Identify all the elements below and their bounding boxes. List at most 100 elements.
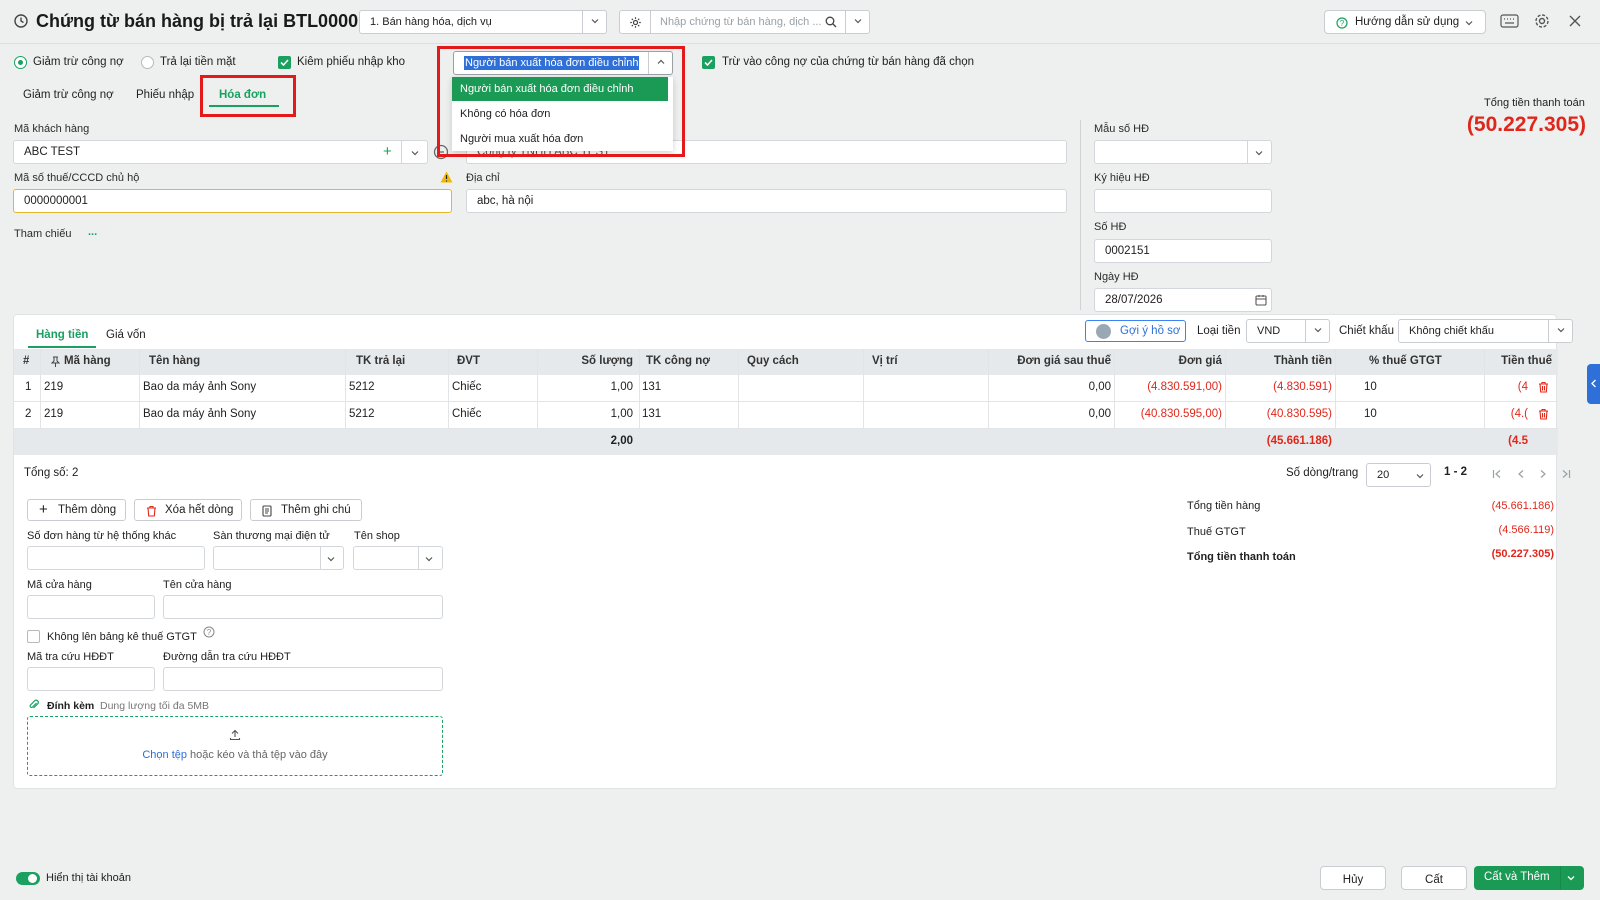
chevron-down-icon[interactable] [1548, 320, 1572, 342]
save-and-add-button[interactable]: Cất và Thêm [1474, 866, 1584, 890]
row-price[interactable]: (40.830.595,00) [1123, 402, 1222, 428]
suggest-profile-button[interactable]: Gợi ý hồ sơ [1085, 320, 1186, 342]
discount-select[interactable]: Không chiết khấu [1398, 319, 1573, 343]
row-return-account[interactable]: 5212 [349, 375, 375, 401]
calendar-icon[interactable] [1255, 294, 1267, 306]
add-customer-icon[interactable]: + [383, 143, 392, 160]
row-quantity[interactable]: 1,00 [539, 402, 633, 428]
row-tax-amount[interactable]: (4 [1484, 375, 1528, 401]
add-row-label: Thêm dòng [58, 504, 117, 516]
checkbox-no-vat[interactable] [27, 630, 40, 643]
invoice-number-label: Số HĐ [1094, 221, 1127, 233]
upload-dropzone[interactable]: Chọn tệp hoặc kéo và thả tệp vào đây [27, 716, 443, 776]
add-row-button[interactable]: + Thêm dòng [27, 499, 126, 521]
last-page-icon[interactable] [1561, 469, 1571, 479]
tab-goods-money[interactable]: Hàng tiền [36, 329, 88, 341]
row-item-code[interactable]: 219 [44, 375, 63, 401]
search-input[interactable]: Nhập chứng từ bán hàng, dịch ... [660, 16, 822, 28]
row-price[interactable]: (4.830.591,00) [1123, 375, 1222, 401]
checkbox-debt-deduct[interactable] [702, 56, 715, 69]
row-price-after-tax[interactable]: 0,00 [997, 402, 1111, 428]
chevron-down-icon[interactable] [1305, 320, 1329, 342]
cancel-button[interactable]: Hủy [1320, 866, 1386, 890]
table-row[interactable]: 2 219 Bao da máy ảnh Sony 5212 Chiếc 1,0… [14, 402, 1558, 429]
chevron-down-icon[interactable] [425, 555, 433, 563]
side-panel-toggle[interactable] [1587, 364, 1600, 404]
col-divider [639, 349, 640, 429]
next-page-icon[interactable] [1538, 469, 1548, 479]
radio-debt-reduction[interactable] [14, 56, 27, 69]
tab-debt-reduction[interactable]: Giảm trừ công nợ [23, 89, 114, 101]
keyboard-icon[interactable] [1500, 14, 1519, 28]
customer-code-field[interactable]: ABC TEST + [13, 140, 428, 164]
row-tax-amount[interactable]: (4.( [1484, 402, 1528, 428]
chevron-down-icon[interactable] [582, 11, 606, 33]
save-button[interactable]: Cất [1401, 866, 1467, 890]
prev-page-icon[interactable] [1516, 469, 1526, 479]
reference-label: Tham chiếu [14, 228, 72, 240]
delete-all-rows-button[interactable]: Xóa hết dòng [134, 499, 242, 521]
tab-goods-underline [28, 346, 96, 348]
choose-file-link[interactable]: Chọn tệp [142, 749, 187, 761]
row-amount[interactable]: (4.830.591) [1234, 375, 1332, 401]
invoice-date-field[interactable]: 28/07/2026 [1094, 288, 1272, 312]
voucher-search-box[interactable]: Nhập chứng từ bán hàng, dịch ... [619, 10, 870, 34]
discount-label: Chiết khấu [1339, 325, 1394, 337]
currency-select[interactable]: VND [1246, 319, 1330, 343]
row-vat-rate[interactable]: 10 [1364, 402, 1377, 428]
reference-link[interactable]: ... [88, 226, 97, 238]
voucher-type-select[interactable]: 1. Bán hàng hóa, dịch vụ [359, 10, 607, 34]
row-vat-rate[interactable]: 10 [1364, 375, 1377, 401]
history-icon[interactable] [13, 13, 29, 29]
address-field[interactable]: abc, hà nội [466, 189, 1067, 213]
row-debt-account[interactable]: 131 [642, 402, 661, 428]
row-item-code[interactable]: 219 [44, 402, 63, 428]
table-row[interactable]: 1 219 Bao da máy ảnh Sony 5212 Chiếc 1,0… [14, 375, 1558, 402]
tax-code-field[interactable]: 0000000001 [13, 189, 452, 213]
row-unit[interactable]: Chiếc [452, 402, 481, 428]
row-debt-account[interactable]: 131 [642, 375, 661, 401]
gear-icon[interactable] [629, 16, 642, 29]
checkbox-warehouse-label: Kiêm phiếu nhập kho [297, 56, 406, 68]
help-circle-icon[interactable]: ? [203, 626, 215, 638]
store-name-field[interactable] [163, 595, 443, 619]
lookup-code-field[interactable] [27, 667, 155, 691]
row-unit[interactable]: Chiếc [452, 375, 481, 401]
page-size-select[interactable]: 20 [1366, 463, 1431, 487]
ecommerce-select[interactable] [213, 546, 344, 570]
lookup-url-field[interactable] [163, 667, 443, 691]
col-spec: Quy cách [747, 355, 799, 367]
help-button[interactable]: ? Hướng dẫn sử dụng [1324, 10, 1486, 34]
search-icon[interactable] [825, 16, 837, 28]
add-note-button[interactable]: Thêm ghi chú [250, 499, 362, 521]
invoice-symbol-field[interactable] [1094, 189, 1272, 213]
invoice-number-field[interactable]: 0002151 [1094, 239, 1272, 263]
row-item-name[interactable]: Bao da máy ảnh Sony [143, 375, 256, 401]
radio-cash-return[interactable] [141, 56, 154, 69]
row-count: Tổng số: 2 [24, 467, 79, 479]
row-item-name[interactable]: Bao da máy ảnh Sony [143, 402, 256, 428]
chevron-down-icon[interactable] [1567, 874, 1575, 882]
shop-name-select[interactable] [353, 546, 443, 570]
close-icon[interactable] [1569, 15, 1581, 27]
chevron-down-icon[interactable] [845, 11, 869, 33]
chevron-down-icon[interactable] [411, 149, 419, 157]
first-page-icon[interactable] [1492, 469, 1502, 479]
invoice-form-select[interactable] [1094, 140, 1272, 164]
account-toggle[interactable] [16, 872, 40, 885]
trash-icon[interactable] [1538, 381, 1549, 393]
trash-icon[interactable] [1538, 408, 1549, 420]
pin-icon[interactable] [51, 356, 60, 367]
store-code-field[interactable] [27, 595, 155, 619]
row-price-after-tax[interactable]: 0,00 [997, 375, 1111, 401]
chevron-down-icon[interactable] [327, 555, 335, 563]
tab-receipt[interactable]: Phiếu nhập [136, 89, 194, 101]
row-return-account[interactable]: 5212 [349, 402, 375, 428]
chevron-down-icon[interactable] [1255, 149, 1263, 157]
row-amount[interactable]: (40.830.595) [1234, 402, 1332, 428]
order-no-field[interactable] [27, 546, 205, 570]
checkbox-warehouse[interactable] [278, 56, 291, 69]
row-quantity[interactable]: 1,00 [539, 375, 633, 401]
tab-cost-price[interactable]: Giá vốn [106, 329, 146, 341]
settings-icon[interactable] [1534, 13, 1550, 29]
